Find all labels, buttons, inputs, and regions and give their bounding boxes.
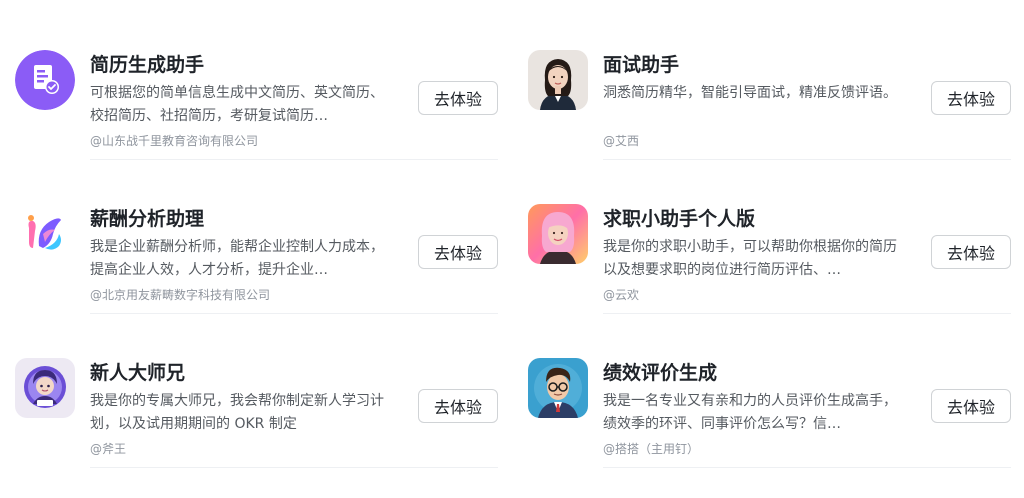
assistant-card-senior-mentor[interactable]: 新人大师兄 我是你的专属大师兄，我会帮你制定新人学习计划，以及试用期期间的 OK… <box>15 356 498 468</box>
try-button[interactable]: 去体验 <box>931 389 1011 423</box>
try-button[interactable]: 去体验 <box>418 235 498 269</box>
card-publisher: @斧王 <box>90 442 127 456</box>
woman-avatar <box>528 50 588 110</box>
card-title: 薪酬分析助理 <box>90 208 205 230</box>
divider <box>90 313 498 314</box>
card-publisher: @搭搭（主用钉） <box>603 442 700 456</box>
card-description: 洞悉简历精华，智能引导面试，精准反馈评语。 <box>603 85 897 101</box>
assistant-card-performance-review[interactable]: 绩效评价生成 我是一名专业又有亲和力的人员评价生成高手，绩效季的环评、同事评价怎… <box>528 356 1011 468</box>
card-description: 我是你的求职小助手，可以帮助你根据你的简历以及想要求职的岗位进行简历评估、… <box>603 239 897 278</box>
try-button[interactable]: 去体验 <box>418 81 498 115</box>
divider <box>603 313 1011 314</box>
divider <box>603 159 1011 160</box>
card-description: 我是一名专业又有亲和力的人员评价生成高手，绩效季的环评、同事评价怎么写？信… <box>603 393 897 432</box>
card-title: 绩效评价生成 <box>603 362 718 384</box>
glasses-man-avatar <box>528 358 588 418</box>
card-publisher: @云欢 <box>603 288 640 302</box>
divider <box>90 159 498 160</box>
card-title: 新人大师兄 <box>90 362 186 384</box>
pink-hair-avatar <box>528 204 588 264</box>
try-button[interactable]: 去体验 <box>931 235 1011 269</box>
assistant-card-salary-analysis[interactable]: 薪酬分析助理 我是企业薪酬分析师，能帮企业控制人力成本，提高企业人效，人才分析，… <box>15 202 498 314</box>
card-description: 我是你的专属大师兄，我会帮你制定新人学习计划，以及试用期期间的 OKR 制定 <box>90 393 384 432</box>
assistant-card-job-seeker[interactable]: 求职小助手个人版 我是你的求职小助手，可以帮助你根据你的简历以及想要求职的岗位进… <box>528 202 1011 314</box>
assistant-grid: 简历生成助手 可根据您的简单信息生成中文简历、英文简历、校招简历、社招简历，考研… <box>0 0 1024 498</box>
cartoon-boy-avatar <box>15 358 75 418</box>
assistant-card-resume-generator[interactable]: 简历生成助手 可根据您的简单信息生成中文简历、英文简历、校招简历、社招简历，考研… <box>15 48 498 160</box>
card-description: 可根据您的简单信息生成中文简历、英文简历、校招简历、社招简历，考研复试简历… <box>90 85 384 124</box>
divider <box>90 467 498 468</box>
try-button[interactable]: 去体验 <box>931 81 1011 115</box>
try-button[interactable]: 去体验 <box>418 389 498 423</box>
divider <box>603 467 1011 468</box>
resume-doc-check-icon <box>15 50 75 110</box>
card-description: 我是企业薪酬分析师，能帮企业控制人力成本，提高企业人效，人才分析，提升企业… <box>90 239 384 278</box>
card-title: 面试助手 <box>603 54 680 76</box>
colorful-logo-icon <box>15 204 75 264</box>
card-publisher: @艾西 <box>603 134 640 148</box>
assistant-card-interview[interactable]: 面试助手 洞悉简历精华，智能引导面试，精准反馈评语。 @艾西 去体验 <box>528 48 1011 160</box>
card-publisher: @山东战千里教育咨询有限公司 <box>90 134 259 148</box>
card-title: 简历生成助手 <box>90 54 205 76</box>
card-publisher: @北京用友薪畴数字科技有限公司 <box>90 288 271 302</box>
card-title: 求职小助手个人版 <box>603 208 756 230</box>
